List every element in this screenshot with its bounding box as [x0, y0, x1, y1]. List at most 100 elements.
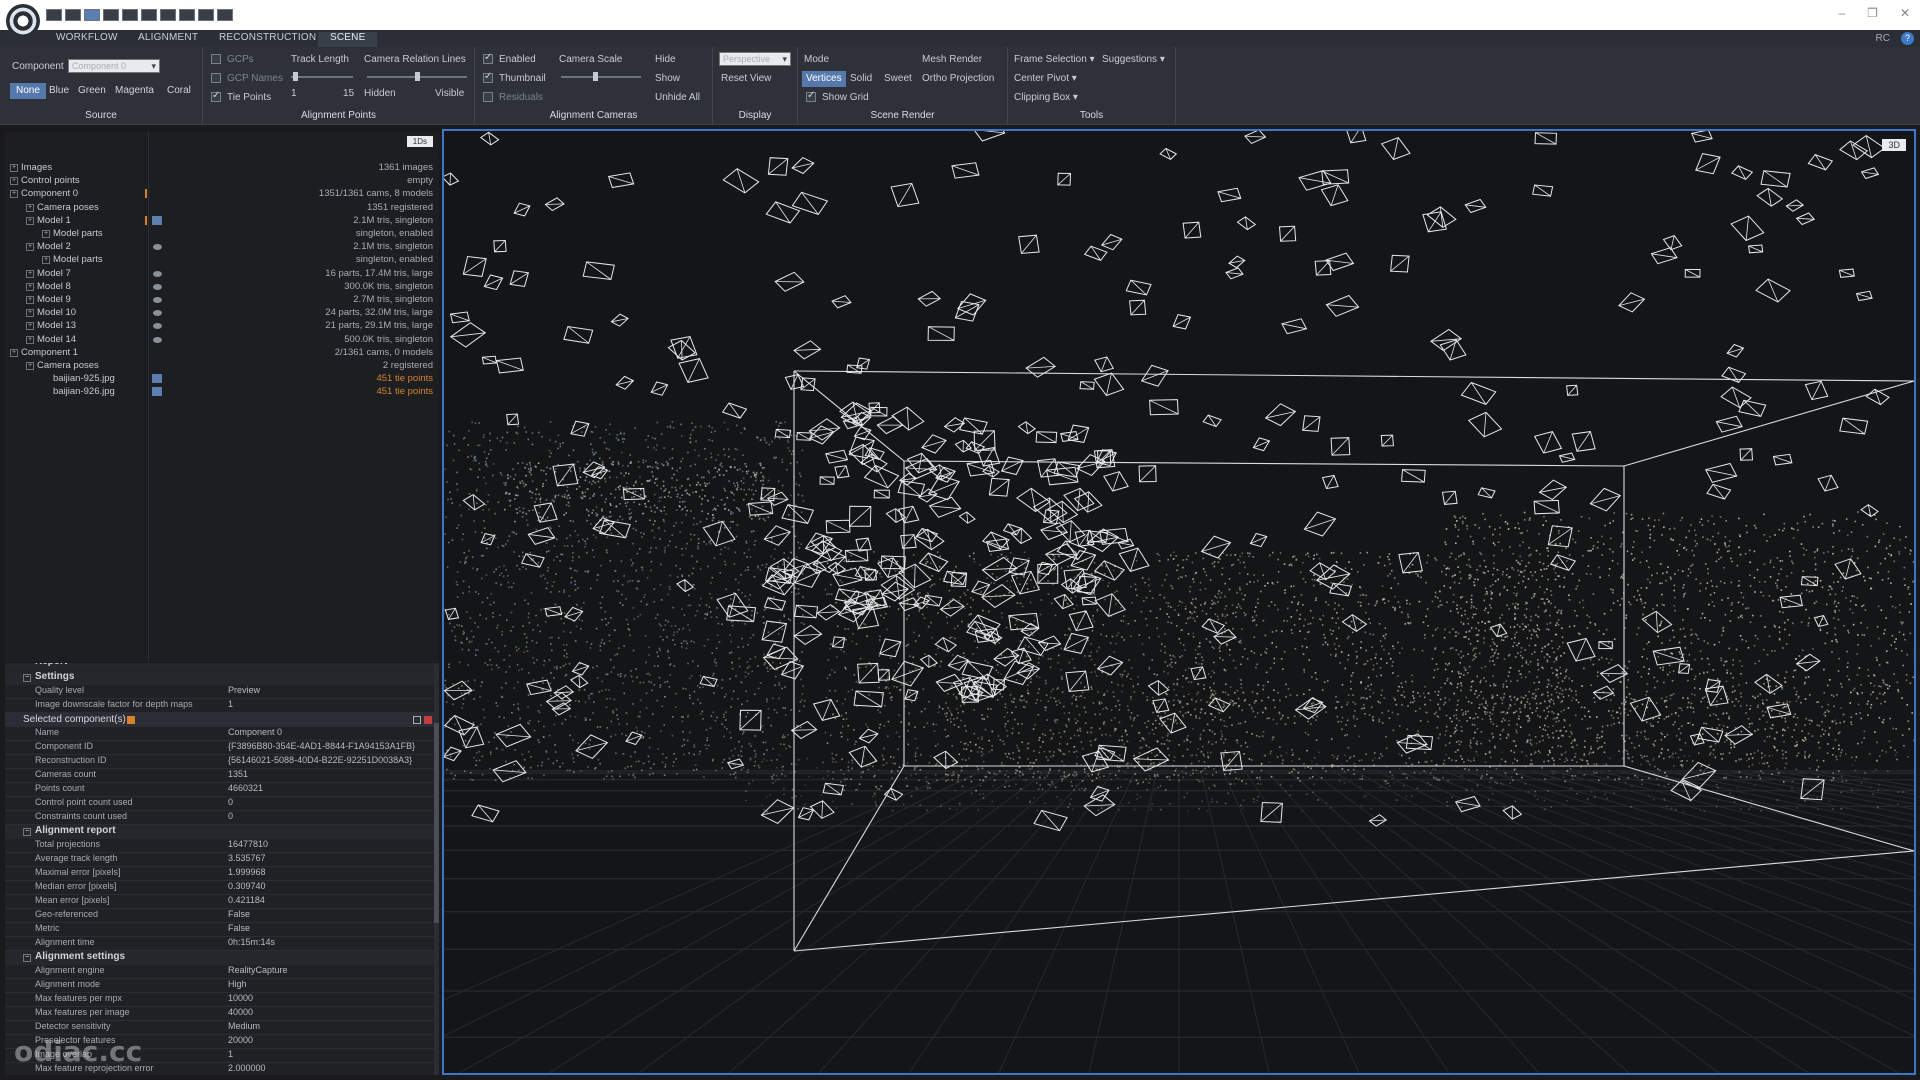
help-icon[interactable]: ? — [1901, 32, 1914, 45]
image-tag-icon[interactable] — [152, 387, 162, 397]
property-row[interactable]: Control point count used 0 — [5, 797, 435, 811]
property-row[interactable]: Metric False — [5, 923, 435, 937]
frame-selection-button[interactable]: Frame Selection ▾ — [1014, 54, 1095, 65]
tab-workflow[interactable]: WORKFLOW — [56, 32, 118, 47]
layout-3-icon[interactable] — [84, 9, 100, 21]
hide-button[interactable]: Hide — [655, 54, 676, 65]
expand-icon[interactable]: + — [26, 243, 34, 252]
visibility-eye-icon[interactable] — [153, 283, 162, 290]
property-row[interactable]: Alignment mode High — [5, 979, 435, 993]
layout-7-icon[interactable] — [160, 9, 176, 21]
alignment-settings-section[interactable]: − Alignment settings — [5, 951, 435, 965]
property-row[interactable]: Points count 4660321 — [5, 783, 435, 797]
tree-row[interactable]: + Model 13 21 parts, 29.1M tris, large — [5, 320, 439, 333]
collapse-icon[interactable]: − — [23, 674, 31, 682]
expand-icon[interactable]: + — [26, 269, 34, 278]
center-pivot-button[interactable]: Center Pivot ▾ — [1014, 73, 1077, 84]
layout-5-icon[interactable] — [122, 9, 138, 21]
property-row[interactable]: Geo-referenced False — [5, 909, 435, 923]
component-select[interactable]: Component 0 — [68, 59, 160, 73]
tree-row[interactable]: + Model 10 24 parts, 32.0M tris, large — [5, 307, 439, 320]
expand-icon[interactable]: + — [26, 309, 34, 318]
scrollbar-thumb[interactable] — [434, 723, 439, 923]
visibility-eye-icon[interactable] — [153, 244, 162, 251]
tie-points-checkbox[interactable] — [211, 90, 221, 102]
property-row[interactable]: Alignment time 0h:15m:14s — [5, 937, 435, 951]
expand-icon[interactable]: + — [10, 177, 18, 186]
color-coral[interactable]: Coral — [167, 83, 191, 99]
expand-icon[interactable]: + — [26, 362, 34, 370]
property-row[interactable]: Quality level Preview — [5, 685, 435, 699]
property-row[interactable]: Image downscale factor for depth maps 1 — [5, 699, 435, 713]
report-header[interactable]: Report — [5, 663, 435, 670]
color-none[interactable]: None — [10, 83, 46, 99]
tree-row[interactable]: + Model parts singleton, enabled — [5, 228, 439, 241]
expand-icon[interactable]: + — [10, 164, 18, 172]
property-row[interactable]: Component ID {F3896B80-354E-4AD1-8844-F1A… — [5, 741, 435, 755]
visibility-eye-icon[interactable] — [153, 323, 162, 330]
selected-components-header[interactable]: Selected component(s) — [5, 713, 435, 727]
show-button[interactable]: Show — [655, 73, 680, 84]
layout-6-icon[interactable] — [141, 9, 157, 21]
visibility-eye-icon[interactable] — [153, 270, 162, 277]
residuals-checkbox[interactable] — [483, 92, 493, 102]
color-green[interactable]: Green — [78, 83, 106, 99]
camera-scale-knob[interactable] — [593, 72, 598, 81]
tree-row[interactable]: + Control points empty — [5, 175, 439, 188]
property-row[interactable]: Max features per mpx 10000 — [5, 993, 435, 1007]
ortho-projection-button[interactable]: Ortho Projection — [922, 71, 994, 87]
properties-scrollbar[interactable] — [434, 663, 439, 1075]
property-row[interactable]: Alignment engine RealityCapture — [5, 965, 435, 979]
track-length-slider[interactable] — [291, 72, 353, 81]
copy-icon[interactable] — [413, 716, 421, 724]
tab-reconstruction[interactable]: RECONSTRUCTION — [219, 32, 316, 47]
collapse-icon[interactable]: − — [23, 954, 31, 962]
expand-icon[interactable]: + — [26, 216, 34, 225]
redo-icon[interactable] — [217, 9, 233, 21]
property-row[interactable]: Max features per image 40000 — [5, 1007, 435, 1021]
unhide-all-button[interactable]: Unhide All — [655, 92, 700, 103]
app-logo-icon[interactable] — [6, 4, 40, 38]
property-row[interactable]: Total projections 16477810 — [5, 839, 435, 853]
property-row[interactable]: Name Component 0 — [5, 727, 435, 741]
settings-section[interactable]: − Settings — [5, 671, 435, 685]
close-panel-icon[interactable] — [424, 716, 432, 724]
projection-select[interactable]: Perspective — [719, 52, 791, 66]
3d-viewport[interactable]: 3D — [442, 129, 1916, 1075]
tree-row[interactable]: + Images 1361 images — [5, 162, 439, 175]
minimize-icon[interactable]: – — [1838, 6, 1845, 20]
sweet-button[interactable]: Sweet — [884, 71, 912, 87]
tree-row[interactable]: + Model parts singleton, enabled — [5, 254, 439, 267]
color-magenta[interactable]: Magenta — [115, 83, 154, 99]
tree-row[interactable]: + Model 1 2.1M tris, singleton — [5, 215, 439, 228]
alignment-report-section[interactable]: − Alignment report — [5, 825, 435, 839]
undo-icon[interactable] — [198, 9, 214, 21]
gcps-checkbox[interactable] — [211, 54, 221, 64]
tab-scene[interactable]: SCENE — [318, 32, 378, 47]
tree-row[interactable]: + Model 8 300.0K tris, singleton — [5, 281, 439, 294]
vertices-button[interactable]: Vertices — [802, 71, 846, 87]
visibility-eye-icon[interactable] — [153, 336, 162, 343]
tree-row[interactable]: + Camera poses 1351 registered — [5, 202, 439, 215]
property-row[interactable]: Maximal error [pixels] 1.999968 — [5, 867, 435, 881]
layout-1-icon[interactable] — [46, 9, 62, 21]
camera-scale-slider[interactable] — [561, 72, 641, 81]
restore-icon[interactable]: ❐ — [1867, 6, 1878, 20]
clipping-box-button[interactable]: Clipping Box ▾ — [1014, 92, 1078, 103]
tree-row[interactable]: baijian-926.jpg 451 tie points — [5, 386, 439, 399]
layout-8-icon[interactable] — [179, 9, 195, 21]
image-tag-icon[interactable] — [152, 215, 162, 225]
collapse-icon[interactable]: − — [23, 828, 31, 836]
property-row[interactable]: Cameras count 1351 — [5, 769, 435, 783]
thumbnail-checkbox[interactable] — [483, 71, 493, 83]
expand-icon[interactable]: + — [10, 348, 18, 357]
enabled-checkbox[interactable] — [483, 52, 493, 64]
expand-icon[interactable]: + — [42, 230, 50, 238]
visibility-eye-icon[interactable] — [153, 310, 162, 317]
show-grid-checkbox[interactable] — [806, 90, 816, 102]
tree-row[interactable]: + Model 14 500.0K tris, singleton — [5, 334, 439, 347]
expand-icon[interactable]: + — [10, 190, 18, 199]
point-cloud-scene[interactable] — [444, 131, 1914, 1073]
expand-icon[interactable]: + — [26, 335, 34, 344]
camera-relation-knob[interactable] — [415, 72, 420, 81]
